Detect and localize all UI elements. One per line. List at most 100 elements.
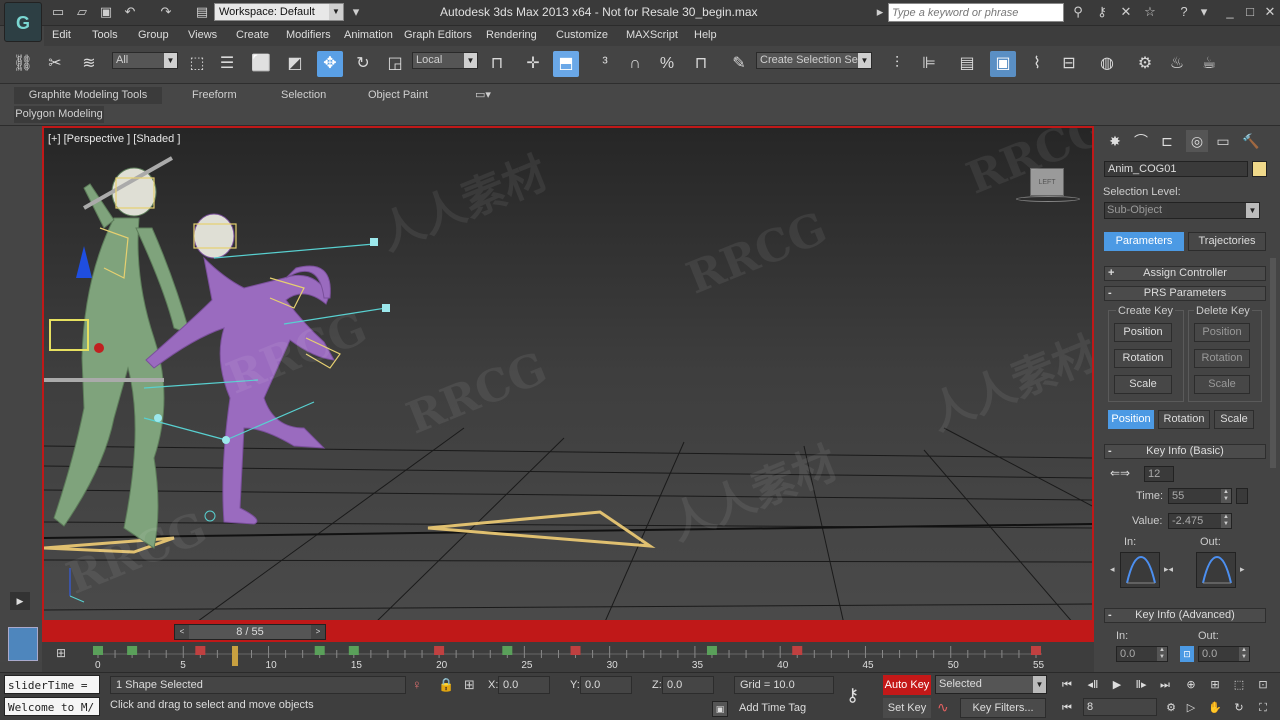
menu-graph-editors[interactable]: Graph Editors: [404, 29, 472, 41]
field-of-view-icon[interactable]: ▷: [1180, 699, 1202, 717]
render-setup-icon[interactable]: ⚙: [1132, 51, 1158, 77]
select-and-move-icon[interactable]: ✥: [317, 51, 343, 77]
bind-space-warp-icon[interactable]: ≋: [76, 51, 102, 77]
menu-modifiers[interactable]: Modifiers: [286, 29, 331, 41]
save-file-icon[interactable]: ▣: [98, 4, 114, 20]
viewcube-ring[interactable]: [1016, 196, 1080, 202]
pivot-center-icon[interactable]: ⊓: [484, 51, 510, 77]
motion-tab-icon[interactable]: ◎: [1186, 130, 1208, 152]
out-tangent-next-icon[interactable]: ▸: [1240, 564, 1245, 575]
go-to-end-icon[interactable]: ⏭: [1154, 676, 1176, 694]
adv-out-spinner[interactable]: 0.0 ▲ ▼: [1198, 646, 1250, 662]
display-tab-icon[interactable]: ▭: [1212, 130, 1234, 152]
isolate-selection-icon[interactable]: ♀: [412, 677, 422, 692]
key-info-basic-rollout[interactable]: - Key Info (Basic): [1104, 444, 1266, 459]
menu-views[interactable]: Views: [188, 29, 217, 41]
graphite-toggle-icon[interactable]: ▣: [990, 51, 1016, 77]
zoom-extents-all-icon[interactable]: ⊡: [1252, 676, 1274, 694]
window-crossing-icon[interactable]: ◩: [282, 51, 308, 77]
spinner-arrows-icon[interactable]: ▲ ▼: [1239, 647, 1249, 661]
render-production-icon[interactable]: ☕: [1196, 51, 1222, 77]
close-icon[interactable]: ✕: [1262, 4, 1278, 20]
app-logo-icon[interactable]: G: [4, 2, 42, 42]
x-coordinate-field[interactable]: 0.0: [498, 676, 550, 694]
tab-object-paint[interactable]: Object Paint: [368, 87, 428, 104]
next-frame-icon[interactable]: Ⅱ▸: [1130, 676, 1152, 694]
animation-key[interactable]: [1031, 646, 1041, 655]
named-selection-dropdown[interactable]: Create Selection Se ▼: [756, 52, 872, 69]
viewcube[interactable]: LEFT: [1016, 168, 1080, 202]
spinner-arrows-icon[interactable]: ▲ ▼: [1221, 489, 1231, 503]
select-by-name-icon[interactable]: ☰: [214, 51, 240, 77]
unlink-icon[interactable]: ✂: [42, 51, 68, 77]
menu-help[interactable]: Help: [694, 29, 717, 41]
undo-icon[interactable]: ↶: [122, 4, 138, 20]
schematic-view-icon[interactable]: ⊟: [1056, 51, 1082, 77]
viewport-label[interactable]: [+] [Perspective ] [Shaded ]: [48, 133, 180, 145]
adv-in-spinner[interactable]: 0.0 ▲ ▼: [1116, 646, 1168, 662]
rotation-tab-button[interactable]: Rotation: [1158, 410, 1210, 429]
animation-key[interactable]: [93, 646, 103, 655]
tab-freeform[interactable]: Freeform: [192, 87, 237, 104]
animation-key[interactable]: [706, 646, 717, 655]
modify-tab-icon[interactable]: ⌒: [1130, 130, 1152, 152]
search-input[interactable]: Type a keyword or phrase: [888, 3, 1064, 22]
align-icon[interactable]: ⊫: [916, 51, 942, 77]
workspace-dropdown[interactable]: Workspace: Default ▼: [214, 3, 344, 21]
key-info-advanced-rollout[interactable]: - Key Info (Advanced): [1104, 608, 1266, 623]
selection-lock-icon[interactable]: 🔒: [438, 677, 454, 693]
command-panel-scrollbar[interactable]: [1270, 258, 1276, 468]
menu-group[interactable]: Group: [138, 29, 169, 41]
project-folder-icon[interactable]: ▤: [194, 4, 210, 20]
key-mode-toggle-icon[interactable]: ⏮: [1056, 699, 1078, 717]
reference-coordinate-dropdown[interactable]: Local ▼: [412, 52, 478, 69]
menu-maxscript[interactable]: MAXScript: [626, 29, 678, 41]
selection-filter-dropdown[interactable]: All ▼: [112, 52, 178, 69]
maxscript-mini-listener[interactable]: sliderTime =: [4, 675, 100, 694]
key-time-spinner[interactable]: 55 ▲ ▼: [1168, 488, 1232, 504]
menu-customize[interactable]: Customize: [556, 29, 608, 41]
delete-scale-key-button[interactable]: Scale: [1194, 375, 1250, 394]
link-icon[interactable]: ⛓: [10, 51, 36, 77]
redo-icon[interactable]: ↷: [158, 4, 174, 20]
zoom-extents-icon[interactable]: ⬚: [1228, 676, 1250, 694]
mini-curve-editor-toggle[interactable]: [8, 627, 38, 661]
menu-tools[interactable]: Tools: [92, 29, 118, 41]
polygon-modeling-panel[interactable]: Polygon Modeling: [14, 106, 104, 123]
animation-key[interactable]: [127, 646, 138, 655]
edit-named-selection-icon[interactable]: ✎: [726, 51, 752, 77]
new-file-icon[interactable]: ▭: [50, 4, 66, 20]
maximize-viewport-icon[interactable]: ⛶: [1252, 699, 1274, 717]
in-tangent-type-button[interactable]: [1120, 552, 1160, 588]
animation-key[interactable]: [570, 646, 581, 655]
subscription-icon[interactable]: ✕: [1118, 4, 1134, 20]
next-frame-icon[interactable]: >: [311, 625, 325, 639]
spinner-arrows-icon[interactable]: ▲ ▼: [1157, 647, 1167, 661]
auto-key-button[interactable]: Auto Key: [883, 675, 931, 695]
hierarchy-tab-icon[interactable]: ⊏: [1156, 130, 1178, 152]
z-coordinate-field[interactable]: 0.0: [662, 676, 714, 694]
snaps-toggle-icon[interactable]: ³: [592, 51, 618, 77]
create-tab-icon[interactable]: ✸: [1104, 130, 1126, 152]
binoculars-icon[interactable]: ⚲: [1070, 4, 1086, 20]
parameters-button[interactable]: Parameters: [1104, 232, 1184, 251]
orbit-icon[interactable]: ↻: [1228, 699, 1250, 717]
lock-tangents-icon[interactable]: ⊡: [1180, 646, 1194, 662]
animation-key[interactable]: [348, 646, 359, 655]
search-arrow-icon[interactable]: ▸: [872, 4, 888, 20]
create-rotation-key-button[interactable]: Rotation: [1114, 349, 1172, 368]
key-filters-button[interactable]: Key Filters...: [960, 698, 1046, 718]
chevron-down-icon[interactable]: ▾: [348, 4, 364, 20]
percent-snap-icon[interactable]: %: [654, 51, 680, 77]
menu-edit[interactable]: Edit: [52, 29, 71, 41]
keyboard-shortcut-override-icon[interactable]: ⬒: [553, 51, 579, 77]
animation-key[interactable]: [195, 646, 206, 655]
menu-create[interactable]: Create: [236, 29, 269, 41]
open-mini-curve-editor-icon[interactable]: ⊞: [50, 646, 72, 664]
maximize-icon[interactable]: □: [1242, 4, 1258, 20]
key-mode-dropdown[interactable]: Selected ▼: [935, 675, 1047, 694]
create-scale-key-button[interactable]: Scale: [1114, 375, 1172, 394]
tab-selection[interactable]: Selection: [281, 87, 326, 104]
sub-object-dropdown[interactable]: Sub-Object ▼: [1104, 202, 1260, 219]
expand-arrow-icon[interactable]: ▶: [10, 592, 30, 610]
